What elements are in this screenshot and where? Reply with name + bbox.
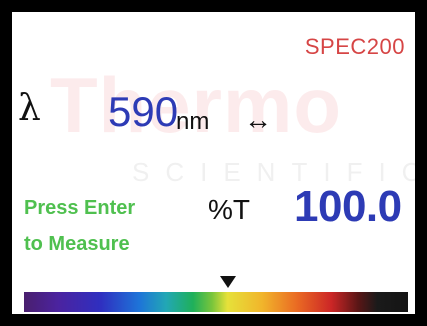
watermark-brand: Thermo [50, 61, 343, 149]
wavelength-indicator-icon [219, 276, 236, 288]
spectrophotometer-display: Thermo SCIENTIFIC SPEC200 λ 590 nm ↔ Pre… [12, 12, 415, 314]
transmittance-value: 100.0 [294, 182, 402, 231]
prompt-line-1: Press Enter [24, 197, 136, 219]
left-right-arrow-icon: ↔ [244, 104, 272, 135]
spectrum-bar [24, 292, 408, 312]
measure-prompt: Press Enter to Measure [24, 190, 135, 262]
model-label: SPEC200 [304, 34, 405, 59]
transmittance-label: %T [208, 194, 250, 225]
wavelength-unit: nm [176, 108, 210, 135]
lambda-icon: λ [18, 88, 41, 129]
wavelength-value: 590 [108, 88, 179, 135]
prompt-line-2: to Measure [24, 233, 130, 255]
